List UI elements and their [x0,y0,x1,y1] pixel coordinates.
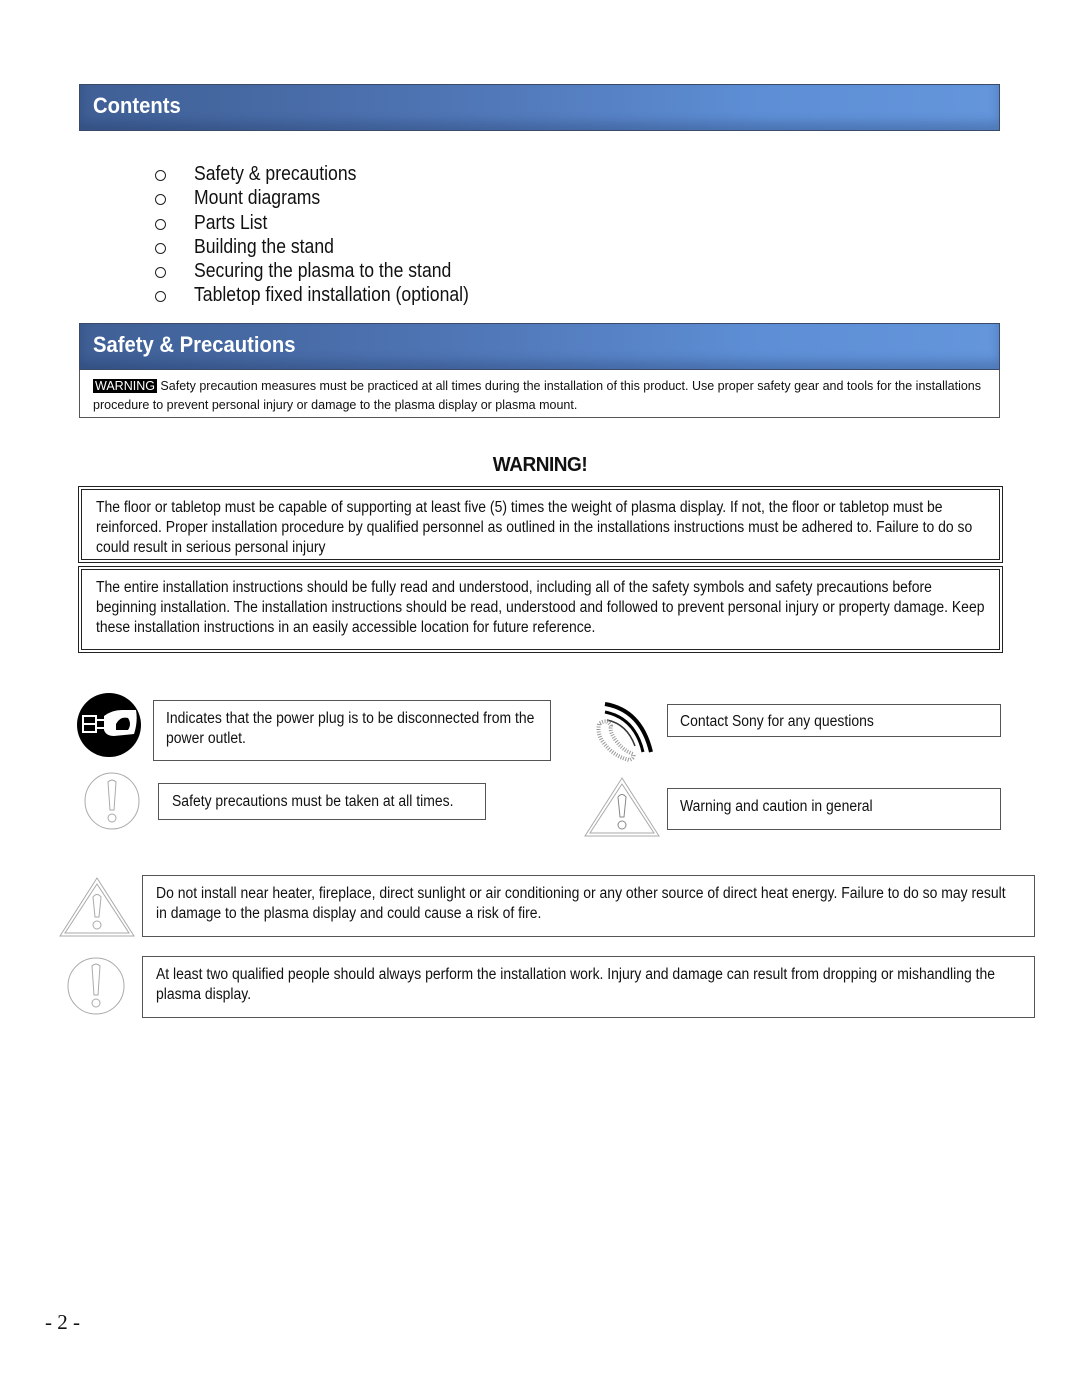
warning-intro-text: Safety precaution measures must be pract… [93,379,982,412]
warning-box-text: The floor or tabletop must be capable of… [96,499,973,556]
notice-text: Do not install near heater, fireplace, d… [156,885,1006,922]
warning-box-text: The entire installation instructions sho… [96,579,985,636]
notice-people-box: At least two qualified people should alw… [142,956,1035,1018]
bullet-icon [155,242,166,254]
symbol-contact-box: Contact Sony for any questions [667,704,1001,737]
notice-text: At least two qualified people should alw… [156,966,996,1003]
bullet-icon [155,291,166,303]
warning-box-instructions: The entire installation instructions sho… [78,566,1003,653]
exclamation-circle-icon [67,957,125,1015]
safety-banner: Safety & Precautions [79,323,1000,370]
symbol-text: Safety precautions must be taken at all … [172,793,454,810]
symbol-text: Contact Sony for any questions [680,713,874,730]
symbol-text: Indicates that the power plug is to be d… [166,710,535,747]
bullet-icon [155,170,166,181]
bullet-icon [155,194,166,206]
symbol-text: Warning and caution in general [680,798,873,815]
warning-heading: WARNING! [492,454,588,476]
notice-heat-box: Do not install near heater, fireplace, d… [142,875,1035,937]
symbol-unplug-box: Indicates that the power plug is to be d… [153,700,551,761]
warning-tag: WARNING [93,379,157,393]
symbol-caution-box: Warning and caution in general [667,788,1001,830]
bullet-icon [155,267,166,279]
warning-intro: WARNING Safety precaution measures must … [79,370,1000,418]
warning-triangle-icon [584,777,660,837]
warning-triangle-icon [59,877,135,937]
phone-icon [595,700,655,762]
safety-title: Safety & Precautions [93,332,296,357]
warning-box-floor: The floor or tabletop must be capable of… [78,486,1003,563]
symbol-safety-box: Safety precautions must be taken at all … [158,783,486,820]
bullet-icon [155,218,166,230]
contents-title: Contents [93,93,181,118]
contents-banner: Contents [79,84,1000,131]
unplug-icon [76,692,142,758]
exclamation-circle-icon [84,772,140,830]
page-number: - 2 - [45,1310,80,1334]
